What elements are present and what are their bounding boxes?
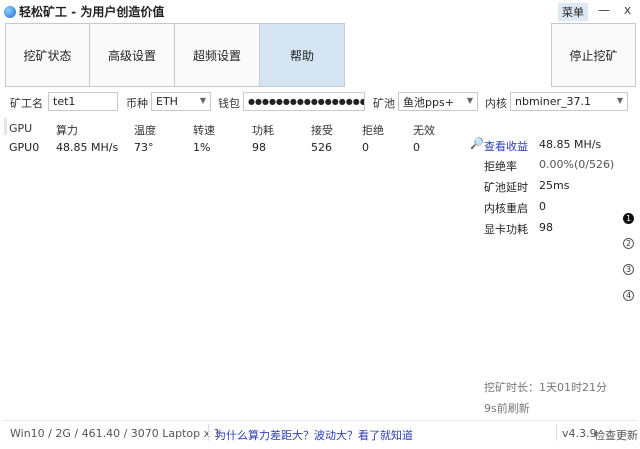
- cell: 0: [362, 141, 369, 154]
- runtime-label: 挖矿时长：: [484, 381, 539, 394]
- coin-select[interactable]: ETH ▼: [151, 92, 211, 111]
- view-earnings-link[interactable]: 查看收益: [484, 138, 528, 154]
- stat-label: 内核重启: [484, 202, 528, 215]
- tab-help[interactable]: 帮助: [259, 23, 345, 87]
- hashrate-value: 48.85 MH/s: [539, 138, 602, 151]
- kernel-label: 内核: [485, 97, 507, 110]
- stat-label: 显卡功耗: [484, 223, 528, 236]
- pool-value: 鱼池pps+: [403, 95, 454, 109]
- coin-label: 币种: [126, 97, 148, 110]
- col-rejected: 拒绝: [362, 124, 384, 137]
- footer-divider: [4, 420, 636, 421]
- miner-name-input[interactable]: tet1: [48, 92, 118, 111]
- page-4-button[interactable]: 4: [623, 290, 634, 301]
- tab-advanced-settings[interactable]: 高级设置: [89, 23, 175, 87]
- runtime-value: 1天01时21分: [539, 381, 607, 394]
- miner-name-value: tet1: [53, 95, 76, 108]
- magnifier-icon: 🔎: [470, 137, 484, 150]
- stat-value: 0.00%(0/526): [539, 158, 615, 171]
- close-button[interactable]: x: [624, 3, 631, 17]
- refresh-status: 9s前刷新: [484, 402, 530, 415]
- page-1-button[interactable]: 1: [623, 213, 634, 224]
- app-title: 轻松矿工 - 为用户创造价值: [4, 3, 164, 20]
- stat-value: 0: [539, 200, 546, 213]
- page-3-button[interactable]: 3: [623, 264, 634, 275]
- miner-name-label: 矿工名: [10, 97, 43, 110]
- col-invalid: 无效: [413, 124, 435, 137]
- pool-select[interactable]: 鱼池pps+ ▼: [398, 92, 478, 111]
- pool-label: 矿池: [373, 97, 395, 110]
- stat-label: 拒绝率: [484, 160, 517, 173]
- kernel-value: nbminer_37.1: [515, 95, 591, 108]
- wallet-label: 钱包: [218, 97, 240, 110]
- chevron-down-icon: ▼: [616, 96, 623, 105]
- col-gpu: GPU: [9, 122, 33, 135]
- kernel-select[interactable]: nbminer_37.1 ▼: [510, 92, 628, 111]
- coin-value: ETH: [156, 95, 178, 108]
- tab-overclock-settings[interactable]: 超频设置: [174, 23, 260, 87]
- divider: [208, 424, 209, 441]
- chevron-down-icon: ▼: [466, 96, 473, 105]
- col-accepted: 接受: [311, 124, 333, 137]
- menu-button[interactable]: 菜单: [558, 3, 588, 21]
- col-temp: 温度: [134, 124, 156, 137]
- cell: 48.85 MH/s: [56, 141, 119, 154]
- wallet-value: ●●●●●●●●●●●●●●●●●: [248, 97, 365, 106]
- col-fan: 转速: [193, 124, 215, 137]
- cell: 98: [252, 141, 266, 154]
- cell: 0: [413, 141, 420, 154]
- divider: [556, 424, 557, 441]
- wallet-input[interactable]: ●●●●●●●●●●●●●●●●●: [243, 92, 365, 111]
- check-update-button[interactable]: 检查更新: [594, 427, 638, 443]
- system-info: Win10 / 2G / 461.40 / 3070 Laptop x 1: [10, 427, 221, 440]
- cell: 73°: [134, 141, 154, 154]
- stat-label: 矿池延时: [484, 181, 528, 194]
- cell: GPU0: [9, 141, 40, 154]
- cell: 526: [311, 141, 332, 154]
- minimize-button[interactable]: —: [598, 3, 610, 17]
- col-hashrate: 算力: [56, 124, 78, 137]
- stop-mining-button[interactable]: 停止挖矿: [551, 23, 636, 87]
- chevron-down-icon: ▼: [199, 96, 206, 105]
- col-power: 功耗: [252, 124, 274, 137]
- version: v4.3.9: [562, 427, 597, 440]
- help-link[interactable]: 为什么算力差距大？波动大？看了就知道: [215, 427, 413, 443]
- app-logo-icon: [4, 5, 16, 18]
- stat-value: 25ms: [539, 179, 570, 192]
- cell: 1%: [193, 141, 211, 154]
- stat-value: 98: [539, 221, 553, 234]
- title-text: 轻松矿工 - 为用户创造价值: [19, 5, 165, 19]
- tab-mining-status[interactable]: 挖矿状态: [5, 23, 90, 87]
- page-2-button[interactable]: 2: [623, 238, 634, 249]
